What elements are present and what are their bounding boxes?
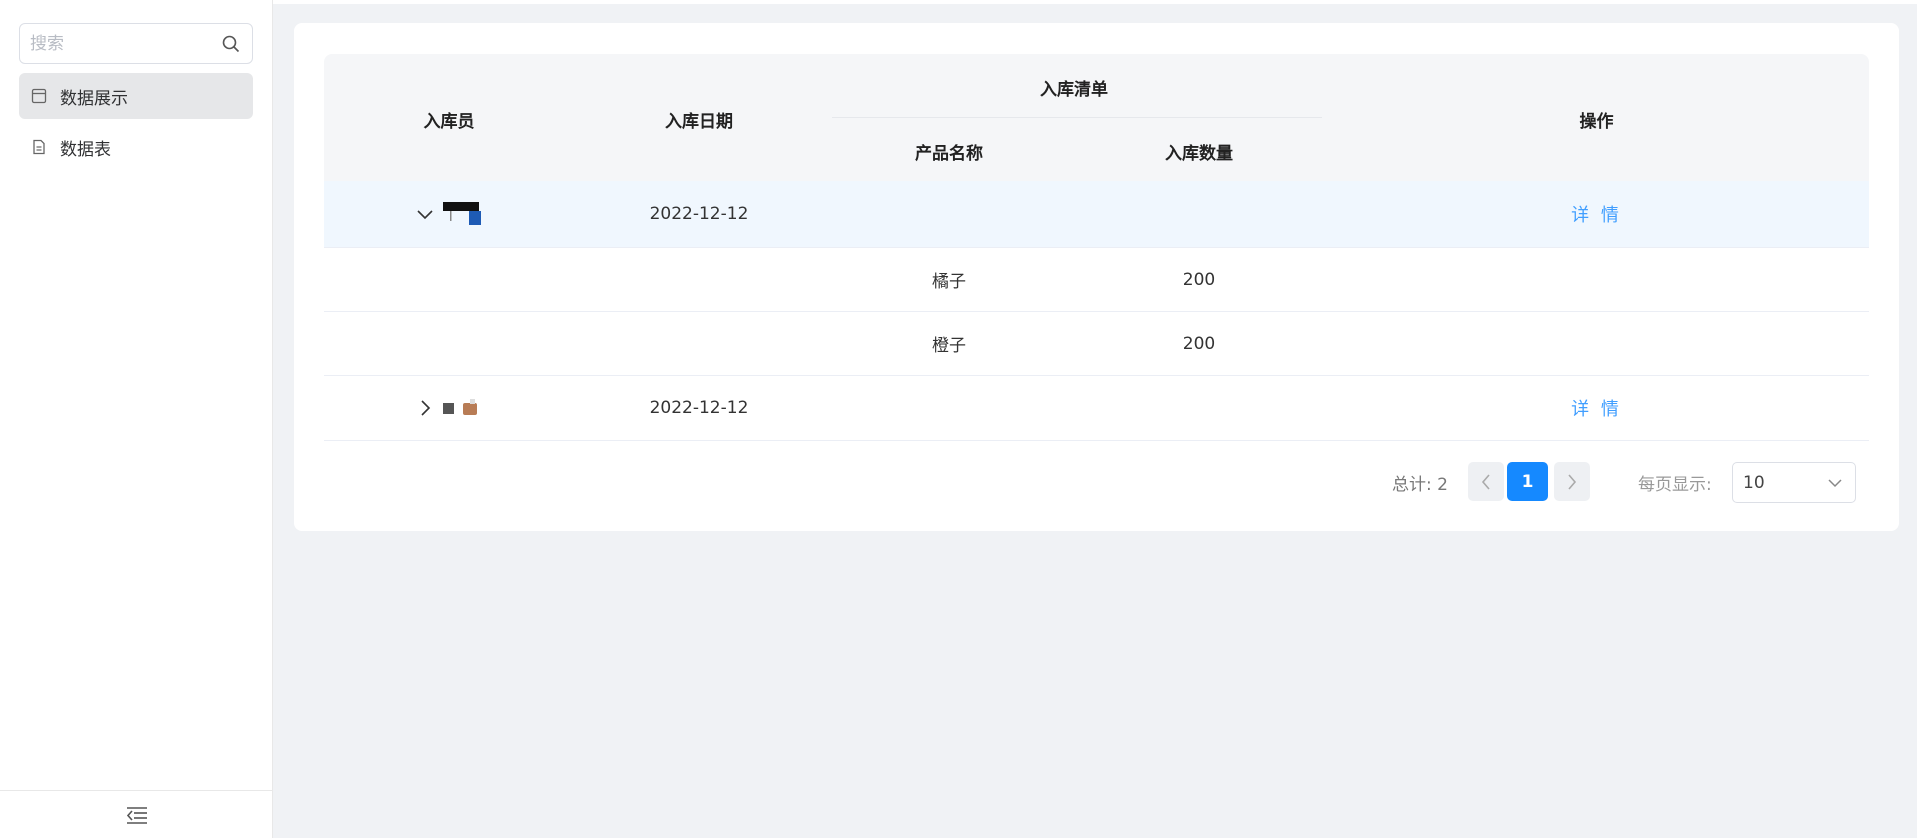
- table-row: 2022-12-12 详 情: [324, 181, 1869, 248]
- next-page-button[interactable]: [1554, 462, 1590, 501]
- collapse-menu-icon[interactable]: [126, 806, 148, 824]
- operator-avatar: [443, 202, 481, 225]
- details-link[interactable]: 详 情: [1571, 395, 1622, 421]
- action-cell: 详 情: [1324, 376, 1869, 440]
- total-count: 总计: 2: [1392, 475, 1448, 495]
- prev-page-button[interactable]: [1468, 462, 1504, 501]
- header-date: 入库日期: [665, 112, 733, 132]
- per-page-value: 10: [1743, 472, 1765, 493]
- sidebar-item-data-table[interactable]: 数据表: [19, 124, 253, 170]
- chevron-down-icon[interactable]: [417, 208, 433, 220]
- chevron-right-icon: [1568, 473, 1577, 490]
- quantity-cell: 200: [1182, 333, 1216, 354]
- quantity-cell: 200: [1182, 269, 1216, 290]
- chevron-left-icon: [1481, 473, 1490, 490]
- table-header: 入库员 入库日期 入库清单 产品名称 入库数量 操作: [324, 54, 1869, 181]
- table-subrow: 橘子 200: [324, 248, 1869, 312]
- product-cell: 橘子: [932, 272, 966, 292]
- sidebar-item-label: 数据表: [60, 139, 111, 160]
- stock-in-table: 入库员 入库日期 入库清单 产品名称 入库数量 操作 2022-12-12 详 …: [324, 54, 1869, 441]
- header-stock-list: 入库清单: [1040, 80, 1108, 100]
- operator-cell: [324, 376, 574, 440]
- operator-avatar: [443, 399, 477, 415]
- window-icon: [31, 88, 47, 104]
- per-page-select[interactable]: 10: [1732, 462, 1856, 503]
- details-link[interactable]: 详 情: [1571, 201, 1622, 227]
- header-divider: [832, 117, 1322, 118]
- sidebar: 数据展示 数据表: [0, 0, 273, 838]
- action-cell: 详 情: [1324, 181, 1869, 247]
- main-card: 入库员 入库日期 入库清单 产品名称 入库数量 操作 2022-12-12 详 …: [294, 23, 1899, 531]
- top-bar: [273, 0, 1917, 4]
- pagination: 总计: 2 1 每页显示: 10: [294, 460, 1899, 503]
- operator-cell: [324, 181, 574, 247]
- chevron-right-icon[interactable]: [419, 400, 431, 416]
- header-action: 操作: [1579, 112, 1614, 132]
- chevron-down-icon: [1828, 479, 1842, 488]
- document-icon: [33, 139, 45, 155]
- product-cell: 橙子: [932, 336, 966, 356]
- search-box[interactable]: [19, 23, 253, 64]
- date-cell: 2022-12-12: [649, 398, 749, 418]
- page-button-current[interactable]: 1: [1507, 462, 1548, 501]
- per-page-label: 每页显示:: [1638, 475, 1712, 495]
- sidebar-item-data-display[interactable]: 数据展示: [19, 73, 253, 119]
- sidebar-footer: [0, 790, 273, 838]
- table-subrow: 橙子 200: [324, 312, 1869, 376]
- header-operator: 入库员: [423, 112, 475, 132]
- header-product-name: 产品名称: [915, 144, 983, 164]
- date-cell: 2022-12-12: [649, 204, 749, 224]
- sidebar-item-label: 数据展示: [60, 88, 128, 109]
- header-quantity: 入库数量: [1165, 144, 1233, 164]
- search-input[interactable]: [20, 24, 210, 63]
- table-row: 2022-12-12 详 情: [324, 376, 1869, 441]
- search-icon[interactable]: [222, 35, 240, 53]
